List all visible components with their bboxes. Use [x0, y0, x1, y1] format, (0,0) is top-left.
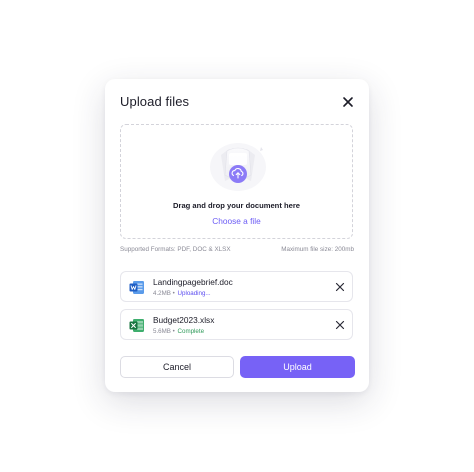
- file-item: Landingpagebrief.doc 4.2MB • Uploading..…: [120, 271, 353, 302]
- supported-formats: Supported Formats: PDF, DOC & XLSX: [120, 246, 231, 253]
- close-icon[interactable]: [341, 95, 355, 109]
- upload-cloud-icon: [210, 143, 266, 191]
- remove-file-icon[interactable]: [335, 282, 345, 292]
- file-name: Landingpagebrief.doc: [153, 277, 233, 287]
- upload-dialog: Upload files Drag and drop your document…: [105, 79, 369, 392]
- file-item: Budget2023.xlsx 5.6MB • Complete: [120, 309, 353, 340]
- upload-status: Uploading...: [177, 290, 211, 297]
- upload-status: Complete: [177, 328, 205, 335]
- file-name: Budget2023.xlsx: [153, 315, 215, 325]
- upload-button[interactable]: Upload: [240, 356, 355, 378]
- dialog-title: Upload files: [120, 94, 190, 109]
- dropzone-title: Drag and drop your document here: [173, 201, 300, 210]
- status-separator: •: [172, 290, 175, 297]
- status-separator: •: [172, 328, 175, 335]
- file-dropzone[interactable]: Drag and drop your document here Choose …: [120, 124, 353, 239]
- file-size: 5.6MB: [153, 328, 171, 335]
- word-doc-icon: [129, 281, 144, 294]
- file-status: 4.2MB • Uploading...: [153, 290, 211, 297]
- remove-file-icon[interactable]: [335, 320, 345, 330]
- file-status: 5.6MB • Complete: [153, 328, 204, 335]
- max-file-size: Maximum file size: 200mb: [281, 246, 354, 253]
- file-size: 4.2MB: [153, 290, 171, 297]
- cancel-button[interactable]: Cancel: [120, 356, 234, 378]
- choose-file-link[interactable]: Choose a file: [121, 216, 352, 226]
- excel-sheet-icon: [129, 319, 144, 332]
